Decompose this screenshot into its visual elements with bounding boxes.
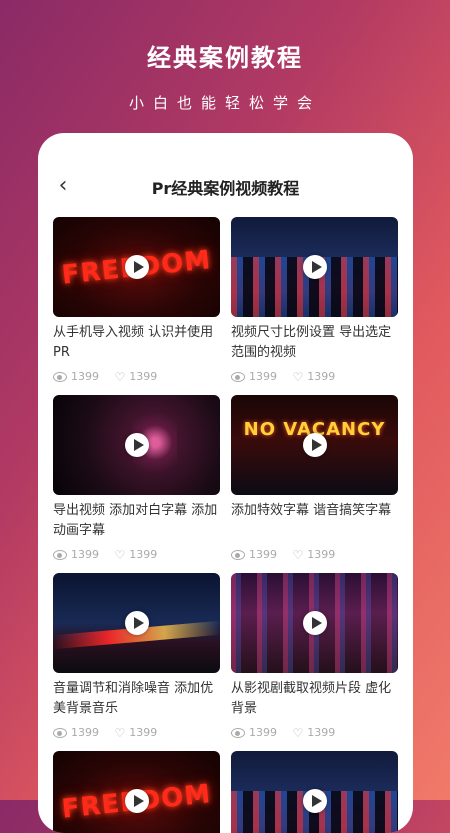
view-count: 1399 [249,548,277,561]
video-item[interactable] [231,751,398,833]
heart-icon: ♡ [292,726,304,740]
like-count: 1399 [129,370,158,383]
view-count: 1399 [249,726,277,739]
eye-icon [53,728,67,738]
video-thumbnail[interactable]: FREEDOM [53,751,220,833]
heart-icon: ♡ [292,370,304,384]
video-stats: 1399 ♡ 1399 [53,369,220,385]
page-title: Pr经典案例视频教程 [151,179,300,198]
video-item[interactable]: FREEDOM [53,751,220,833]
play-icon[interactable] [302,255,327,279]
video-stats: 1399 ♡ 1399 [231,547,398,563]
view-count: 1399 [71,370,99,383]
tutorial-card: ‹ Pr经典案例视频教程 FREEDOM 从手机导入视频 认识并使用PR 139… [38,133,413,833]
play-icon[interactable] [124,433,149,457]
play-icon[interactable] [302,611,327,635]
video-title: 从手机导入视频 认识并使用PR [53,325,214,360]
video-title: 从影视剧截取视频片段 虚化背景 [231,681,392,716]
view-count: 1399 [71,726,99,739]
heart-icon: ♡ [114,726,126,740]
video-item[interactable]: 导出视频 添加对白字幕 添加动画字幕 1399 ♡ 1399 [53,395,220,563]
like-count: 1399 [307,370,336,383]
video-item[interactable]: 从影视剧截取视频片段 虚化背景 1399 ♡ 1399 [231,573,398,741]
video-item[interactable]: 视频尺寸比例设置 导出选定范围的视频 1399 ♡ 1399 [231,217,398,385]
hero-subtitle: 小白也能轻松学会 [128,94,321,112]
video-stats: 1399 ♡ 1399 [53,547,220,563]
play-icon[interactable] [302,433,327,457]
heart-icon: ♡ [114,548,126,562]
video-thumbnail[interactable]: FREEDOM [53,217,220,317]
heart-icon: ♡ [114,370,126,384]
video-title: 视频尺寸比例设置 导出选定范围的视频 [231,325,392,360]
video-item[interactable]: FREEDOM 从手机导入视频 认识并使用PR 1399 ♡1399 [53,217,220,385]
video-thumbnail[interactable] [231,217,398,317]
like-count: 1399 [307,726,336,739]
video-stats: 1399 ♡ 1399 [231,725,398,741]
play-icon[interactable] [302,789,327,813]
eye-icon [53,372,67,382]
play-icon[interactable] [124,789,149,813]
video-item[interactable]: 音量调节和消除噪音 添加优美背景音乐 1399 ♡ 1399 [53,573,220,741]
video-stats: 1399 ♡ 1399 [53,725,220,741]
hero-title: 经典案例教程 [147,44,303,72]
video-title: 导出视频 添加对白字幕 添加动画字幕 [53,503,218,538]
eye-icon [231,550,245,560]
video-thumbnail[interactable] [231,751,398,833]
video-item[interactable]: NO VACANCY 添加特效字幕 谐音搞笑字幕 1399 ♡ 1399 [231,395,398,563]
video-thumbnail[interactable] [53,395,220,495]
like-count: 1399 [129,726,158,739]
heart-icon: ♡ [292,548,304,562]
eye-icon [231,372,245,382]
like-count: 1399 [307,548,336,561]
eye-icon [231,728,245,738]
like-count: 1399 [129,548,158,561]
view-count: 1399 [71,548,99,561]
eye-icon [53,550,67,560]
card-header: ‹ Pr经典案例视频教程 [38,173,413,203]
video-title: 音量调节和消除噪音 添加优美背景音乐 [53,681,214,716]
video-thumbnail[interactable]: NO VACANCY [231,395,398,495]
video-thumbnail[interactable] [231,573,398,673]
video-stats: 1399 ♡ 1399 [231,369,398,385]
play-icon[interactable] [124,255,149,279]
video-thumbnail[interactable] [53,573,220,673]
play-icon[interactable] [124,611,149,635]
video-title: 添加特效字幕 谐音搞笑字幕 [231,503,392,518]
view-count: 1399 [249,370,277,383]
